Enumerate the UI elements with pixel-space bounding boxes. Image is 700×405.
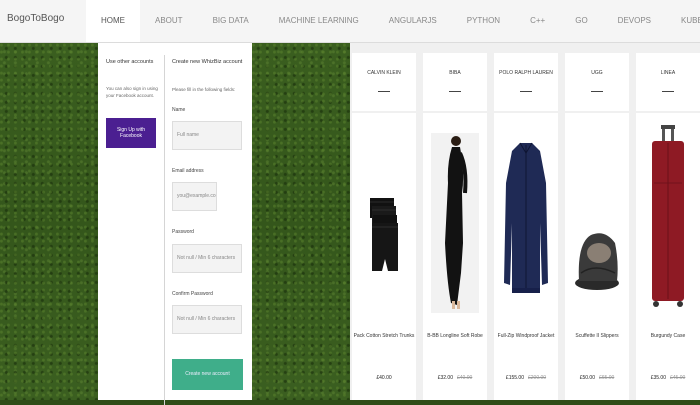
nav-kubernetes[interactable]: KUBERNETES xyxy=(666,0,700,42)
product-price: £155.00 xyxy=(505,375,524,381)
product-name: Pack Cotton Stretch Trunks xyxy=(353,333,415,339)
product-card-body: Pack Cotton Stretch Trunks £40.00 xyxy=(352,113,416,400)
product-brand: LINEA xyxy=(660,70,676,76)
brand-underline xyxy=(449,91,461,92)
product-price: £40.00 xyxy=(376,375,392,381)
product-card[interactable]: POLO RALPH LAUREN Full-Zip Windproof Jac… xyxy=(494,53,558,400)
brand-underline xyxy=(662,91,674,92)
name-label: Name xyxy=(172,107,186,113)
password-label: Password xyxy=(172,229,194,235)
product-brand: POLO RALPH LAUREN xyxy=(499,70,553,76)
email-label: Email address xyxy=(172,168,204,174)
product-old-price: £65.00 xyxy=(599,375,615,381)
product-brand: CALVIN KLEIN xyxy=(367,70,401,76)
product-card[interactable]: UGG Scuffette II Slippers £50.00 £65.00 xyxy=(565,53,629,400)
product-card-header: BIBA xyxy=(423,53,487,111)
product-card-header: UGG xyxy=(565,53,629,111)
product-old-price: £45.00 xyxy=(670,375,686,381)
brand-underline xyxy=(378,91,390,92)
product-old-price: £200.00 xyxy=(528,375,547,381)
product-old-price: £40.00 xyxy=(457,375,473,381)
grass-background-middle xyxy=(252,43,350,400)
column-divider xyxy=(164,55,165,405)
product-card[interactable]: BIBA B-BB Longline Soft Robe £32.00 £40.0… xyxy=(423,53,487,400)
product-price: £50.00 xyxy=(579,375,595,381)
product-name: Scuffette II Slippers xyxy=(575,333,619,339)
nav-machine-learning[interactable]: MACHINE LEARNING xyxy=(264,0,374,42)
grass-background-left xyxy=(0,43,98,400)
product-prices: £40.00 xyxy=(352,375,416,381)
confirm-password-input[interactable]: Not null / Min 6 characters xyxy=(172,305,242,334)
product-brand: UGG xyxy=(591,70,603,76)
product-card-body: Scuffette II Slippers £50.00 £65.00 xyxy=(565,113,629,400)
main-nav: HOME ABOUT BIG DATA MACHINE LEARNING ANG… xyxy=(86,0,700,42)
product-name: B-BB Longline Soft Robe xyxy=(427,333,483,339)
top-navbar: BogoToBogo HOME ABOUT BIG DATA MACHINE L… xyxy=(0,0,700,43)
robe-image[interactable] xyxy=(423,123,487,313)
product-grid: CALVIN KLEIN Pack Cotton Stretch Trunks … xyxy=(350,43,700,400)
product-prices: £32.00 £40.00 xyxy=(423,375,487,381)
jacket-image[interactable] xyxy=(494,123,558,313)
create-account-title: Create new WhizBiz account xyxy=(172,59,243,65)
password-input[interactable]: Not null / Min 6 characters xyxy=(172,244,242,273)
product-prices: £155.00 £200.00 xyxy=(494,375,558,381)
confirm-password-label: Confirm Password xyxy=(172,291,213,297)
product-prices: £50.00 £65.00 xyxy=(565,375,629,381)
trunks-image[interactable] xyxy=(352,123,416,313)
product-name: Burgundy Case xyxy=(650,333,686,339)
social-title: Use other accounts xyxy=(106,59,154,65)
nav-angularjs[interactable]: ANGULARJS xyxy=(374,0,452,42)
facebook-signup-button[interactable]: Sign Up with Facebook xyxy=(106,118,156,148)
nav-devops[interactable]: DEVOPS xyxy=(603,0,666,42)
nav-home[interactable]: HOME xyxy=(86,0,140,42)
product-card-header: CALVIN KLEIN xyxy=(352,53,416,111)
product-card-body: Full-Zip Windproof Jacket £155.00 £200.00 xyxy=(494,113,558,400)
product-name: Full-Zip Windproof Jacket xyxy=(497,333,555,339)
product-card[interactable]: LINEA Burgundy Case £35.00 £45.00 xyxy=(636,53,700,400)
product-card-body: B-BB Longline Soft Robe £32.00 £40.00 xyxy=(423,113,487,400)
create-account-text: Please fill in the following fields: xyxy=(172,87,236,92)
product-brand: BIBA xyxy=(449,70,461,76)
name-input[interactable]: Full name xyxy=(172,121,242,150)
nav-python[interactable]: PYTHON xyxy=(452,0,515,42)
social-text: You can also sign in using your Facebook… xyxy=(106,86,158,98)
create-account-button[interactable]: Create new account xyxy=(172,359,243,390)
product-price: £35.00 xyxy=(650,375,666,381)
nav-about[interactable]: ABOUT xyxy=(140,0,198,42)
slippers-image[interactable] xyxy=(565,123,629,313)
nav-cpp[interactable]: C++ xyxy=(515,0,560,42)
brand-underline xyxy=(520,91,532,92)
product-card-body: Burgundy Case £35.00 £45.00 xyxy=(636,113,700,400)
product-card-header: LINEA xyxy=(636,53,700,111)
signup-panel: Use other accounts You can also sign in … xyxy=(98,43,252,405)
product-card-header: POLO RALPH LAUREN xyxy=(494,53,558,111)
nav-go[interactable]: GO xyxy=(560,0,602,42)
site-brand[interactable]: BogoToBogo xyxy=(7,13,64,24)
nav-big-data[interactable]: BIG DATA xyxy=(198,0,264,42)
brand-underline xyxy=(591,91,603,92)
suitcase-image[interactable] xyxy=(636,123,700,313)
product-prices: £35.00 £45.00 xyxy=(636,375,700,381)
product-price: £32.00 xyxy=(437,375,453,381)
email-input[interactable]: you@example.com xyxy=(172,182,217,211)
product-card[interactable]: CALVIN KLEIN Pack Cotton Stretch Trunks … xyxy=(352,53,416,400)
